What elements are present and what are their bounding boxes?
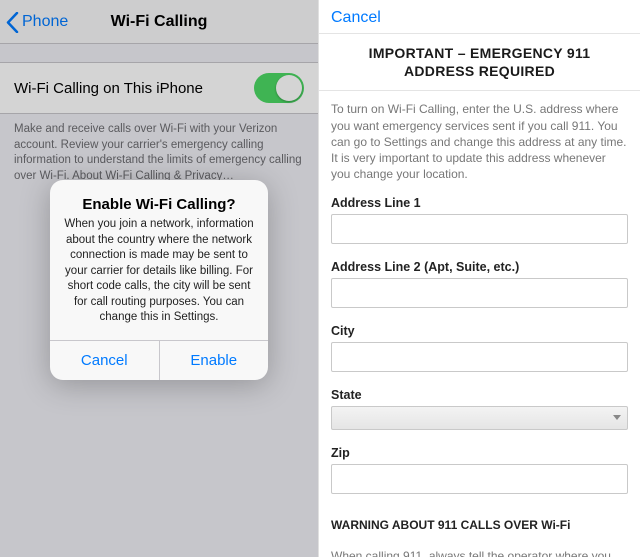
form-intro: To turn on Wi-Fi Calling, enter the U.S.… (331, 101, 628, 182)
city-input[interactable] (331, 342, 628, 372)
state-select[interactable] (331, 406, 628, 430)
addr2-input[interactable] (331, 278, 628, 308)
settings-screen: Phone Wi-Fi Calling Wi-Fi Calling on Thi… (0, 0, 319, 557)
addr2-label: Address Line 2 (Apt, Suite, etc.) (331, 260, 628, 274)
alert-cancel-button[interactable]: Cancel (50, 341, 159, 380)
screenshot-pair: Phone Wi-Fi Calling Wi-Fi Calling on Thi… (0, 0, 640, 557)
addr1-label: Address Line 1 (331, 196, 628, 210)
state-label: State (331, 388, 628, 402)
zip-input[interactable] (331, 464, 628, 494)
form-title: IMPORTANT – EMERGENCY 911 ADDRESS REQUIR… (333, 44, 626, 80)
alert-enable-button[interactable]: Enable (159, 341, 269, 380)
warning-heading: WARNING ABOUT 911 CALLS OVER Wi-Fi (331, 518, 628, 532)
zip-label: Zip (331, 446, 628, 460)
alert-title: Enable Wi-Fi Calling? (64, 196, 254, 213)
alert-message: When you join a network, information abo… (64, 217, 254, 326)
warning-text: When calling 911, always tell the operat… (331, 548, 628, 557)
e911-form-screen: Cancel IMPORTANT – EMERGENCY 911 ADDRESS… (319, 0, 640, 557)
city-label: City (331, 324, 628, 338)
enable-alert: Enable Wi-Fi Calling? When you join a ne… (50, 180, 268, 380)
addr1-input[interactable] (331, 214, 628, 244)
form-cancel-button[interactable]: Cancel (331, 9, 381, 26)
